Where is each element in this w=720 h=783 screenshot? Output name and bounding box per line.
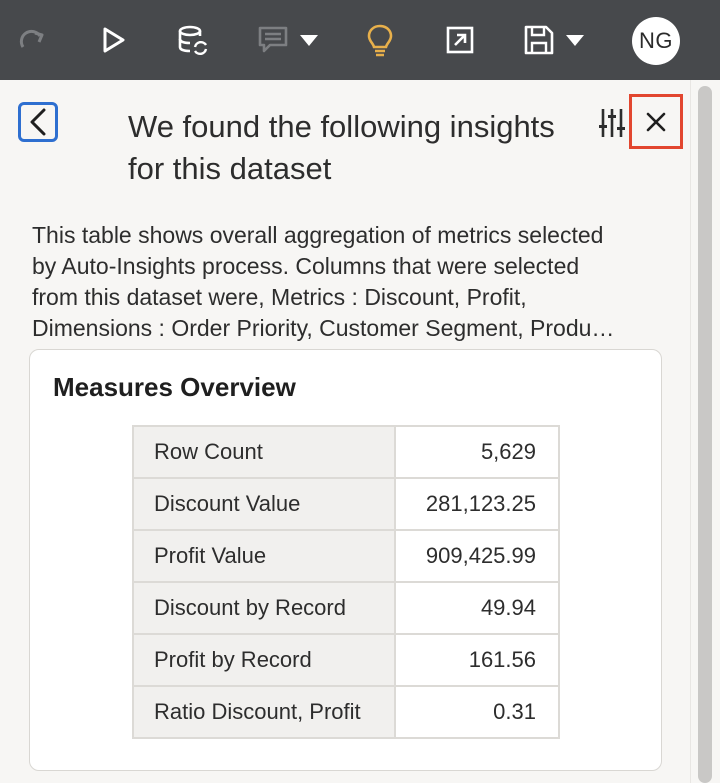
measure-label: Ratio Discount, Profit bbox=[132, 685, 396, 739]
panel-title: We found the following insights for this… bbox=[128, 109, 555, 186]
back-button[interactable] bbox=[18, 102, 58, 142]
chevron-left-icon bbox=[30, 108, 46, 136]
close-icon bbox=[646, 112, 666, 131]
insight-settings-button[interactable] bbox=[596, 106, 628, 140]
table-row: Discount by Record 49.94 bbox=[132, 581, 560, 635]
measure-value: 161.56 bbox=[394, 633, 560, 687]
sliders-icon bbox=[599, 109, 625, 137]
measure-value: 49.94 bbox=[394, 581, 560, 635]
export-icon bbox=[446, 26, 474, 54]
measure-value: 5,629 bbox=[394, 425, 560, 479]
measure-label: Profit by Record bbox=[132, 633, 396, 687]
lightbulb-icon bbox=[367, 24, 393, 57]
measure-value: 0.31 bbox=[394, 685, 560, 739]
measure-value: 281,123.25 bbox=[394, 477, 560, 531]
save-icon bbox=[524, 25, 584, 55]
table-row: Row Count 5,629 bbox=[132, 425, 560, 479]
measures-overview-card: Measures Overview Row Count 5,629 Discou… bbox=[29, 349, 662, 771]
measure-label: Discount Value bbox=[132, 477, 396, 531]
redo-button[interactable] bbox=[16, 18, 50, 62]
measure-label: Discount by Record bbox=[132, 581, 396, 635]
data-refresh-button[interactable] bbox=[174, 18, 212, 62]
play-icon bbox=[103, 27, 125, 53]
save-button[interactable] bbox=[522, 18, 588, 62]
table-row: Ratio Discount, Profit 0.31 bbox=[132, 685, 560, 739]
description-line: Dimensions : Order Priority, Customer Se… bbox=[32, 315, 615, 341]
measure-label: Profit Value bbox=[132, 529, 396, 583]
measures-table: Row Count 5,629 Discount Value 281,123.2… bbox=[132, 425, 560, 739]
measure-value: 909,425.99 bbox=[394, 529, 560, 583]
scrollbar-thumb[interactable] bbox=[698, 86, 712, 783]
run-button[interactable] bbox=[96, 18, 130, 62]
description-line: by Auto-Insights process. Columns that w… bbox=[32, 253, 580, 279]
description-line: from this dataset were, Metrics : Discou… bbox=[32, 284, 527, 310]
export-button[interactable] bbox=[444, 18, 476, 62]
narrate-button[interactable] bbox=[256, 18, 322, 62]
redo-icon bbox=[19, 29, 44, 48]
user-avatar[interactable]: NG bbox=[632, 17, 680, 65]
database-refresh-icon bbox=[178, 25, 208, 56]
table-row: Profit Value 909,425.99 bbox=[132, 529, 560, 583]
insight-description: This table shows overall aggregation of … bbox=[32, 220, 672, 344]
table-row: Profit by Record 161.56 bbox=[132, 633, 560, 687]
comment-icon bbox=[258, 26, 318, 53]
table-row: Discount Value 281,123.25 bbox=[132, 477, 560, 531]
measure-label: Row Count bbox=[132, 425, 396, 479]
card-title: Measures Overview bbox=[53, 372, 296, 402]
top-toolbar: NG bbox=[0, 0, 720, 80]
close-button[interactable] bbox=[629, 94, 683, 149]
insights-button[interactable] bbox=[364, 18, 396, 62]
description-line: This table shows overall aggregation of … bbox=[32, 222, 604, 248]
